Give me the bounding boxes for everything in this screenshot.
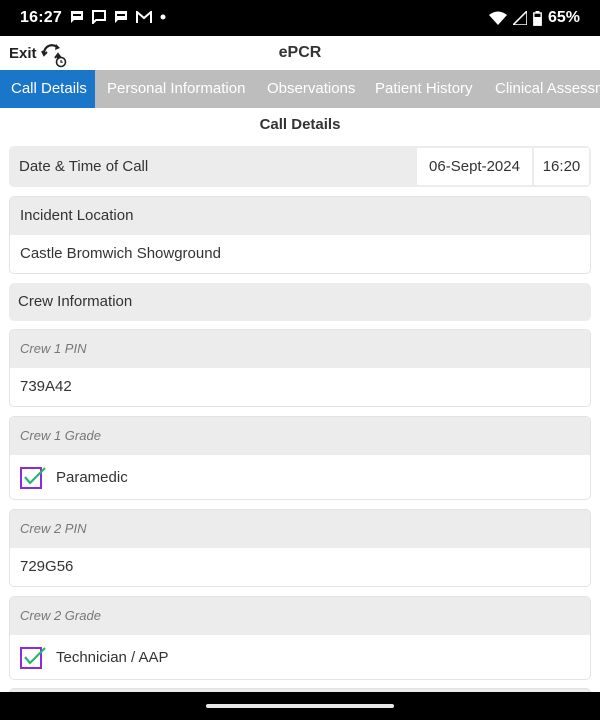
- system-status: 65%: [488, 9, 580, 27]
- chat-bubble-icon: [71, 11, 83, 23]
- cell-signal-icon: [512, 11, 527, 25]
- section-title: Call Details: [259, 116, 341, 133]
- crew2-pin-label: Crew 2 PIN: [10, 510, 590, 548]
- checkbox-checked-icon[interactable]: [20, 645, 46, 669]
- crew2-grade-label: Crew 2 Grade: [10, 597, 590, 635]
- wifi-icon: [488, 11, 507, 25]
- checkbox-checked-icon[interactable]: [20, 465, 46, 489]
- date-time-label: Date & Time of Call: [19, 158, 149, 175]
- home-gesture-handle[interactable]: [206, 704, 394, 708]
- status-bar: 16:27 65%: [0, 0, 600, 36]
- navigation-bar: [0, 692, 600, 720]
- clock: 16:27: [20, 9, 62, 26]
- tab-call-details[interactable]: Call Details: [0, 70, 95, 108]
- crew-information-header: Crew Information: [9, 283, 591, 321]
- sync-clock-icon[interactable]: [40, 42, 68, 68]
- battery-percent: 65%: [547, 9, 580, 26]
- incident-location-field[interactable]: Castle Bromwich Showground: [10, 235, 590, 273]
- date-time-row: Date & Time of Call 06-Sept-2024 16:20: [9, 146, 591, 187]
- tab-clinical-assessment[interactable]: Clinical Assessm: [483, 70, 600, 108]
- tab-personal-information[interactable]: Personal Information: [95, 70, 245, 108]
- notification-icons: [70, 10, 166, 24]
- incident-location-label: Incident Location: [10, 197, 590, 235]
- app-title: ePCR: [278, 44, 322, 61]
- gmail-icon: [136, 10, 152, 23]
- tab-observations[interactable]: Observations: [255, 70, 355, 108]
- crew1-grade-value: Paramedic: [56, 468, 128, 486]
- dot-icon: [160, 14, 166, 20]
- tab-bar: Call Details Personal Information Observ…: [0, 70, 600, 108]
- tab-patient-history[interactable]: Patient History: [364, 70, 473, 108]
- chat-bubble-icon: [115, 11, 127, 23]
- crew2-pin-card: Crew 2 PIN 729G56: [9, 509, 591, 587]
- crew2-grade-value: Technician / AAP: [56, 648, 169, 666]
- crew2-pin-field[interactable]: 729G56: [10, 548, 590, 586]
- app-header: Exit ePCR: [0, 36, 600, 70]
- crew1-pin-card: Crew 1 PIN 739A42: [9, 329, 591, 407]
- crew1-pin-label: Crew 1 PIN: [10, 330, 590, 368]
- crew1-grade-card: Crew 1 Grade Paramedic: [9, 416, 591, 500]
- crew1-pin-field[interactable]: 739A42: [10, 368, 590, 406]
- crew2-grade-card: Crew 2 Grade Technician / AAP: [9, 596, 591, 680]
- crew2-grade-option[interactable]: Technician / AAP: [10, 635, 590, 679]
- crew1-grade-label: Crew 1 Grade: [10, 417, 590, 455]
- call-date-field[interactable]: 06-Sept-2024: [417, 148, 532, 185]
- battery-icon: [533, 10, 542, 26]
- call-time-field[interactable]: 16:20: [534, 148, 589, 185]
- crew1-grade-option[interactable]: Paramedic: [10, 455, 590, 499]
- chat-bubble-icon: [92, 10, 106, 24]
- incident-location-card: Incident Location Castle Bromwich Showgr…: [9, 196, 591, 274]
